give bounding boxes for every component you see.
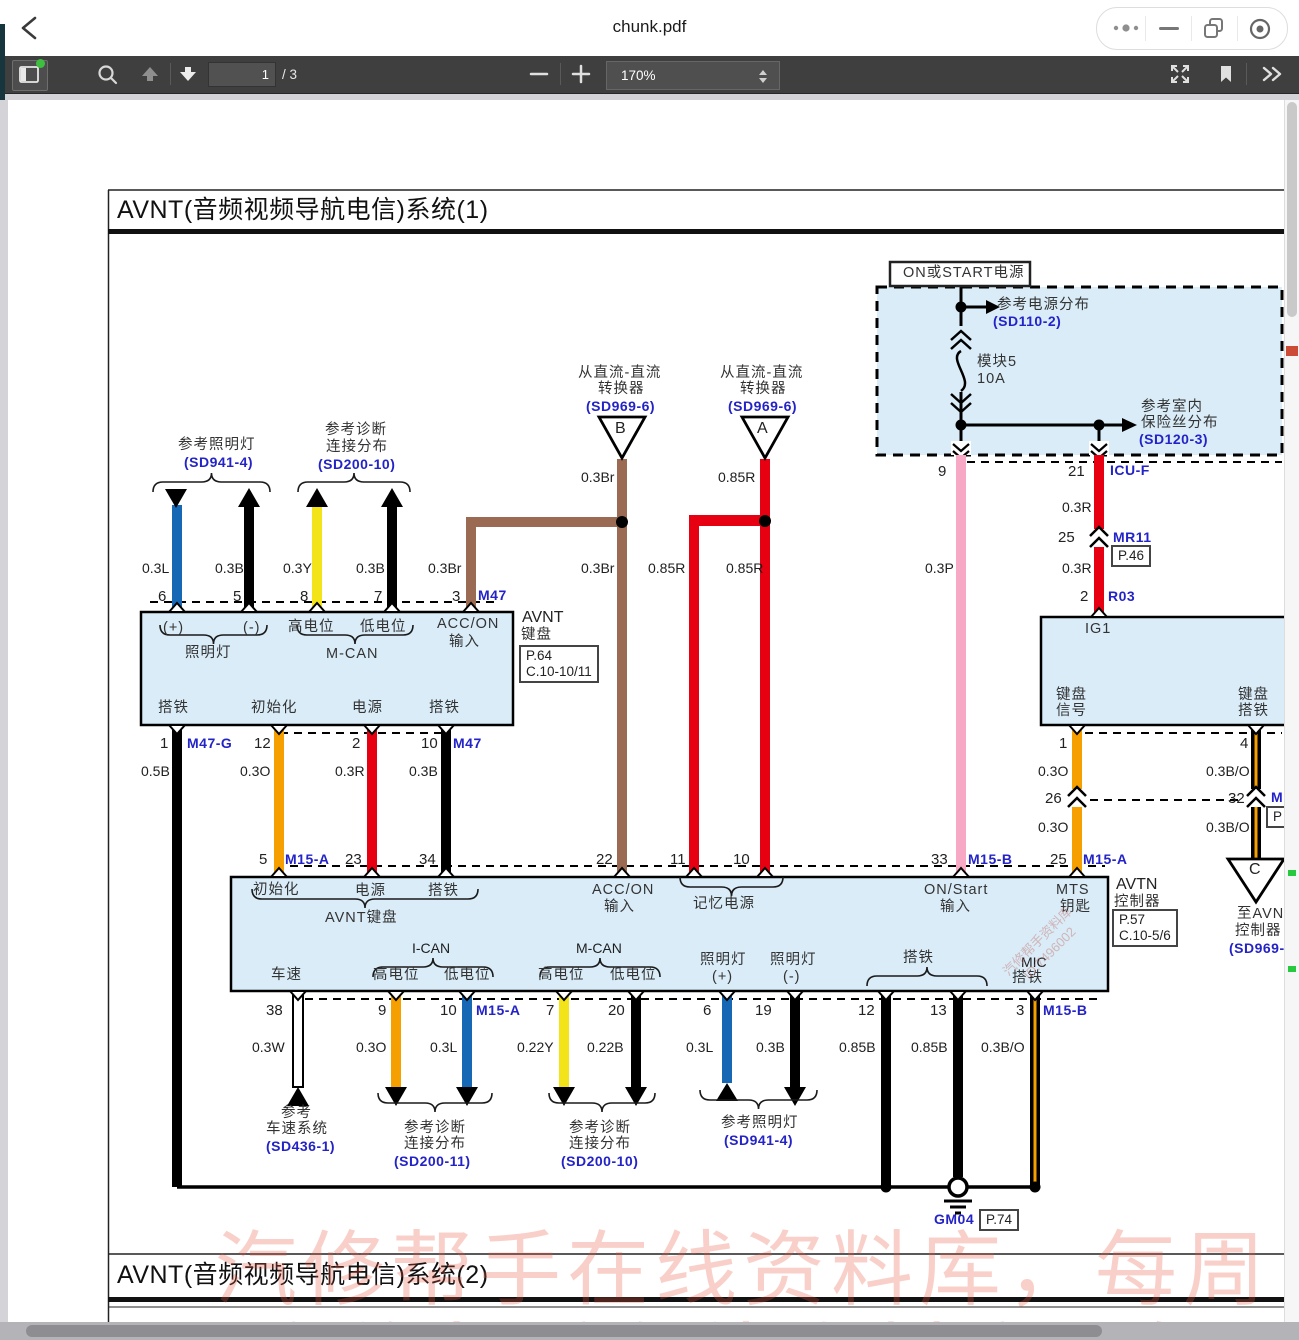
scrollbar-marker-green [1288, 966, 1296, 972]
vertical-scrollbar[interactable] [1284, 100, 1299, 1340]
fullscreen-icon[interactable] [1168, 62, 1192, 86]
page-total: / 3 [282, 67, 297, 82]
divider [1246, 63, 1247, 85]
pdf-toolbar: / 3 170% [0, 56, 1299, 94]
zoom-out-icon[interactable] [524, 62, 554, 86]
divider [1145, 16, 1146, 41]
browser-capsule-buttons [1096, 7, 1288, 50]
divider [1237, 16, 1238, 41]
divider [170, 63, 171, 85]
more-options-icon[interactable] [1111, 17, 1143, 39]
horizontal-scrollbar-thumb[interactable] [26, 1325, 1102, 1337]
minimize-icon[interactable] [1159, 27, 1179, 30]
scrollbar-marker-red [1286, 346, 1298, 356]
zoom-level-select[interactable]: 170% [606, 61, 780, 90]
pdf-page [8, 100, 1285, 1340]
page-number-input[interactable] [208, 62, 276, 87]
zoom-level-value: 170% [621, 68, 656, 83]
pdf-viewer-window: 汽修帮手资料库ID:7496002 AVNT(音频视频导航电信)系统(1) AV… [0, 0, 1299, 1340]
spinner-up-icon [759, 70, 767, 75]
scrollbar-marker-green [1288, 870, 1296, 876]
previous-page-icon[interactable] [138, 62, 162, 86]
zoom-in-icon[interactable] [566, 62, 596, 86]
browser-title-bar: chunk.pdf [0, 0, 1299, 56]
bookmark-icon[interactable] [1214, 62, 1238, 86]
search-icon[interactable] [96, 63, 120, 87]
next-page-icon[interactable] [176, 62, 200, 86]
divider [560, 63, 561, 85]
page-ref-box: P.57C.10-5/6 [1112, 909, 1178, 947]
page-ref-box: P.64C.10-10/11 [519, 645, 599, 683]
multitask-restore-icon[interactable] [1201, 16, 1227, 42]
more-tools-icon[interactable] [1258, 62, 1286, 86]
home-record-icon[interactable] [1247, 16, 1273, 42]
sidebar-notification-dot [36, 59, 45, 68]
spinner-down-icon [759, 78, 767, 83]
horizontal-scrollbar[interactable] [0, 1322, 1299, 1340]
divider [1191, 16, 1192, 41]
vertical-scrollbar-thumb[interactable] [1287, 102, 1297, 317]
page-ref-box: P.46 [1111, 545, 1151, 567]
window-edge [0, 24, 5, 100]
